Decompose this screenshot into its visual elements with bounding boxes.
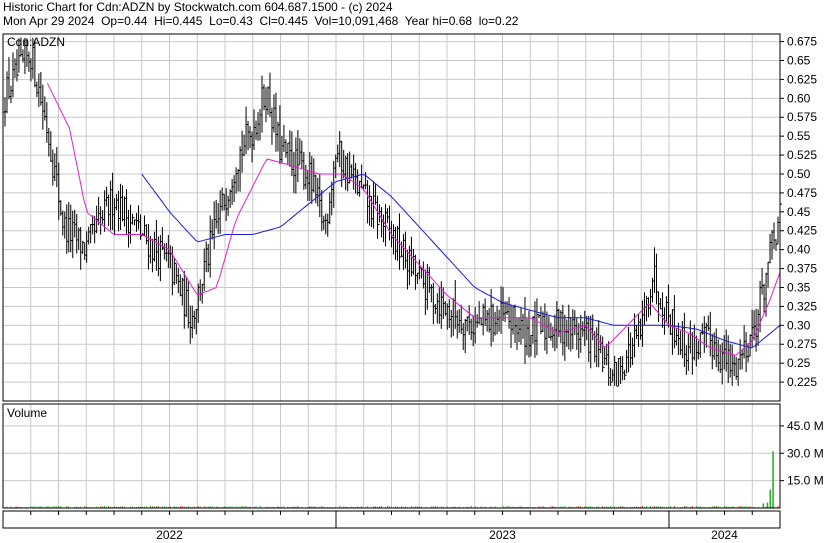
- price-tick-label: 0.525: [787, 148, 817, 162]
- price-tick-label: 0.225: [787, 375, 817, 389]
- price-tick-label: 0.325: [787, 299, 817, 313]
- price-tick-label: 0.40: [787, 243, 811, 257]
- price-tick-label: 0.25: [787, 356, 811, 370]
- price-tick-label: 0.425: [787, 224, 817, 238]
- price-tick-label: 0.275: [787, 337, 817, 351]
- price-tick-label: 0.375: [787, 262, 817, 276]
- price-tick-label: 0.475: [787, 186, 817, 200]
- price-bar: [767, 261, 771, 288]
- year-label: 2022: [156, 528, 183, 542]
- date-axis: 2022 2023 2024: [2, 511, 781, 542]
- price-tick-label: 0.675: [787, 35, 817, 49]
- price-tick-label: 0.35: [787, 280, 811, 294]
- price-tick-label: 0.575: [787, 110, 817, 124]
- volume-axis: 45.0 M 30.0 M 15.0 M: [780, 419, 824, 488]
- volume-panel-label: Volume: [7, 406, 47, 420]
- price-panel-label: Cdn:ADZN: [7, 35, 65, 49]
- price-bar: [699, 332, 703, 358]
- year-label: 2023: [489, 528, 516, 542]
- price-tick-label: 0.50: [787, 167, 811, 181]
- price-tick-label: 0.30: [787, 318, 811, 332]
- price-tick-label: 0.60: [787, 91, 811, 105]
- price-tick-label: 0.45: [787, 205, 811, 219]
- price-bar: [414, 254, 418, 290]
- price-tick-label: 0.625: [787, 72, 817, 86]
- year-label: 2024: [711, 528, 738, 542]
- price-axis: 0.675 0.65 0.625 0.60 0.575 0.55 0.525 0.50 0.47…: [780, 35, 817, 389]
- price-tick-label: 0.55: [787, 129, 811, 143]
- volume-tick-label: 45.0 M: [787, 419, 824, 433]
- volume-grid: [2, 404, 781, 508]
- price-grid: [2, 34, 781, 401]
- volume-tick-label: 15.0 M: [787, 474, 824, 488]
- price-tick-label: 0.65: [787, 53, 811, 67]
- price-bar: [432, 282, 436, 325]
- stock-chart: 0.675 0.65 0.625 0.60 0.575 0.55 0.525 0.50 0.47…: [2, 33, 824, 542]
- volume-tick-label: 30.0 M: [787, 446, 824, 460]
